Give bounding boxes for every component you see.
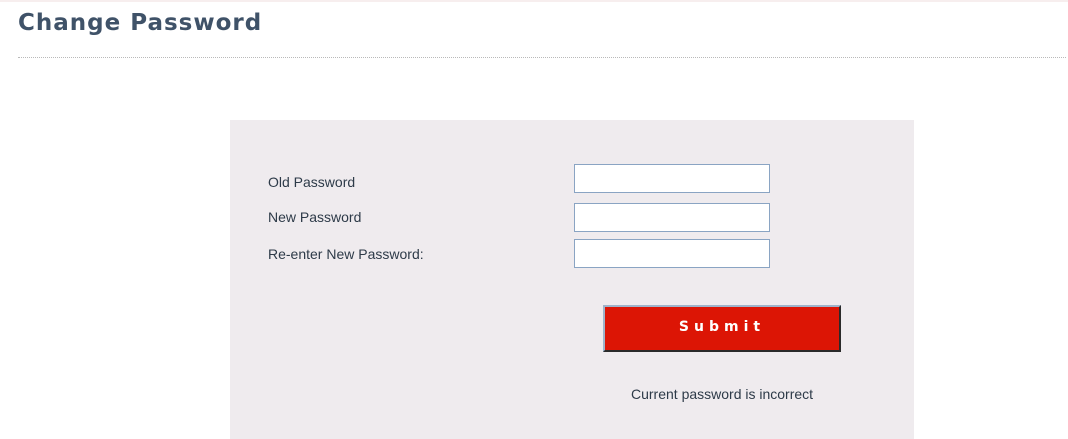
reenter-password-input[interactable] [574, 239, 770, 268]
title-divider [18, 57, 1066, 58]
page-title: Change Password [18, 10, 263, 36]
new-password-input[interactable] [574, 203, 770, 232]
new-password-label: New Password [268, 209, 362, 225]
change-password-form: Old Password New Password Re-enter New P… [230, 120, 914, 439]
submit-button[interactable]: Submit [603, 305, 841, 352]
top-strip [0, 0, 1068, 2]
error-message: Current password is incorrect [631, 386, 814, 402]
old-password-input[interactable] [574, 164, 770, 193]
old-password-label: Old Password [268, 174, 356, 190]
reenter-password-label: Re-enter New Password: [268, 246, 424, 262]
